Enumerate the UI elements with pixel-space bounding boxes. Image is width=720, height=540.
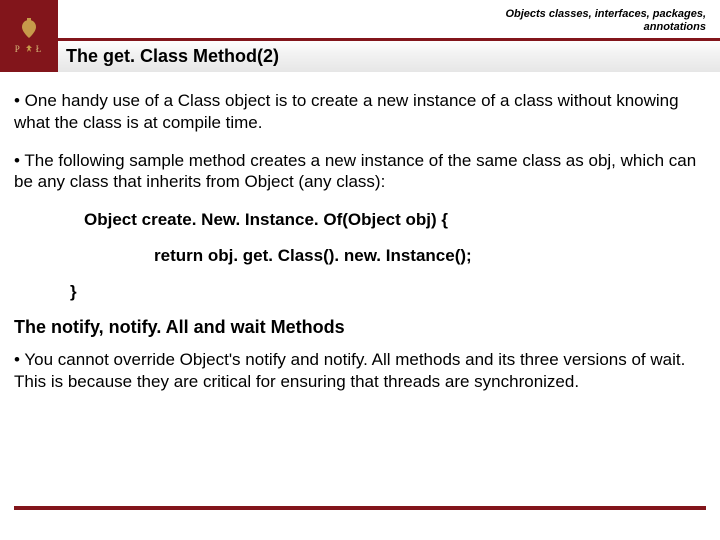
breadcrumb-line-1: Objects classes, interfaces, packages, bbox=[505, 8, 706, 21]
header-divider bbox=[58, 38, 720, 41]
code-line-1: Object create. New. Instance. Of(Object … bbox=[14, 209, 708, 231]
paragraph-3: • You cannot override Object's notify an… bbox=[14, 349, 708, 393]
paragraph-1: • One handy use of a Class object is to … bbox=[14, 90, 708, 134]
logo-letter-p: P bbox=[15, 44, 22, 54]
logo-letters: P Ł bbox=[15, 44, 44, 54]
header-band: P Ł Objects classes, interfaces, package… bbox=[0, 0, 720, 72]
logo-block: P Ł bbox=[0, 0, 58, 72]
code-line-2: return obj. get. Class(). new. Instance(… bbox=[14, 245, 708, 267]
breadcrumb-line-2: annotations bbox=[505, 21, 706, 34]
paragraph-2: • The following sample method creates a … bbox=[14, 150, 708, 194]
code-line-3: } bbox=[14, 281, 708, 303]
logo-letter-l: Ł bbox=[36, 44, 44, 54]
logo-eagle-icon bbox=[24, 44, 34, 54]
logo-emblem-icon bbox=[16, 18, 42, 40]
breadcrumb: Objects classes, interfaces, packages, a… bbox=[505, 8, 706, 34]
subheading: The notify, notify. All and wait Methods bbox=[14, 316, 708, 339]
footer-divider bbox=[14, 506, 706, 510]
slide-title: The get. Class Method(2) bbox=[66, 46, 279, 67]
content-area: • One handy use of a Class object is to … bbox=[0, 72, 720, 393]
